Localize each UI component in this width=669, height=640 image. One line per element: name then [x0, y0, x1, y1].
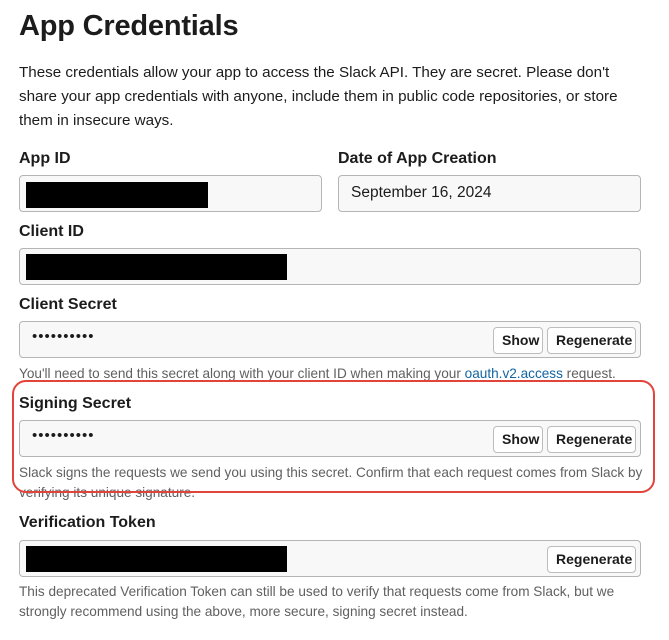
client-id-label: Client ID	[19, 223, 84, 240]
client-secret-masked-value: ••••••••••	[32, 328, 95, 345]
verification-token-field[interactable]: Regenerate	[19, 540, 641, 577]
verification-token-regenerate-button[interactable]: Regenerate	[547, 546, 636, 573]
client-secret-show-button[interactable]: Show	[493, 327, 543, 354]
app-id-field[interactable]	[19, 175, 322, 212]
client-secret-regenerate-button[interactable]: Regenerate	[547, 327, 636, 354]
client-secret-field[interactable]: •••••••••• Show Regenerate	[19, 321, 641, 358]
signing-secret-help: Slack signs the requests we send you usi…	[19, 465, 643, 500]
client-id-redaction	[26, 254, 287, 280]
signing-secret-field[interactable]: •••••••••• Show Regenerate	[19, 420, 641, 457]
app-id-label: App ID	[19, 150, 71, 167]
client-id-field[interactable]	[19, 248, 641, 285]
client-secret-help: You'll need to send this secret along wi…	[19, 364, 649, 384]
app-credentials-page: App Credentials These credentials allow …	[0, 0, 669, 640]
date-created-label: Date of App Creation	[338, 150, 497, 167]
verification-token-redaction	[26, 546, 287, 572]
page-title: App Credentials	[19, 10, 239, 42]
signing-secret-label: Signing Secret	[19, 395, 132, 412]
app-id-redaction	[26, 182, 208, 208]
verification-token-label: Verification Token	[19, 514, 156, 531]
signing-secret-show-button[interactable]: Show	[493, 426, 543, 453]
client-secret-help-text: You'll need to send this secret along wi…	[19, 366, 465, 381]
signing-secret-masked-value: ••••••••••	[32, 427, 95, 444]
client-secret-help-suffix: request.	[562, 366, 616, 381]
verification-token-help: This deprecated Verification Token can s…	[19, 584, 615, 619]
oauth-v2-access-link[interactable]: oauth.v2.access	[465, 366, 563, 381]
intro-text: These credentials allow your app to acce…	[19, 64, 618, 129]
signing-secret-regenerate-button[interactable]: Regenerate	[547, 426, 636, 453]
date-created-value: September 16, 2024	[351, 184, 492, 201]
date-created-field: September 16, 2024	[338, 175, 641, 212]
client-secret-label: Client Secret	[19, 296, 117, 313]
